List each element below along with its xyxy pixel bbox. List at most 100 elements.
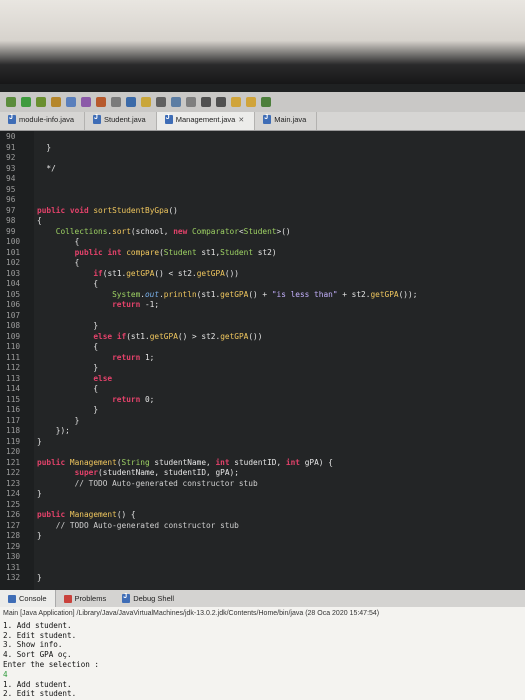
code-line[interactable]: 97 public void sortStudentByGpa()	[0, 206, 525, 217]
code-line[interactable]: 122 super(studentName, studentID, gPA);	[0, 468, 525, 479]
console-output-line: 1. Add student.	[3, 620, 72, 630]
code-line[interactable]: 107	[0, 311, 525, 322]
annotation-icon[interactable]	[141, 97, 151, 107]
code-text: }	[93, 321, 99, 330]
code-line[interactable]: 130	[0, 552, 525, 563]
code-line[interactable]: 121 public Management(String studentName,…	[0, 458, 525, 469]
code-line[interactable]: 96	[0, 195, 525, 206]
code-line[interactable]: 108 }	[0, 321, 525, 332]
line-number: 106	[6, 300, 21, 309]
code-line[interactable]: 93 */	[0, 164, 525, 175]
code-line[interactable]: 117 }	[0, 416, 525, 427]
console-title: Main [Java Application] /Library/Java/Ja…	[3, 610, 380, 617]
code-text: }	[74, 415, 80, 425]
code-line[interactable]: 104 {	[0, 279, 525, 290]
code-line[interactable]: 99 Collections.sort(school, new Comparat…	[0, 227, 525, 238]
code-text: // TODO Auto-generated constructor stub	[74, 478, 258, 488]
console-panel[interactable]: Main [Java Application] /Library/Java/Ja…	[0, 607, 525, 700]
new-class-icon[interactable]	[66, 97, 76, 107]
problems-icon	[63, 594, 72, 603]
code-line[interactable]: 131	[0, 563, 525, 574]
code-text: }	[93, 363, 99, 372]
code-line[interactable]: 129	[0, 542, 525, 553]
code-line[interactable]: 91 }	[0, 143, 525, 154]
code-line[interactable]: 112 }	[0, 363, 525, 374]
code-line[interactable]: 106 return -1;	[0, 300, 525, 311]
open-type-icon[interactable]	[96, 97, 106, 107]
code-text: {	[74, 237, 80, 246]
tab-management[interactable]: Management.java ✕	[156, 112, 256, 130]
new-package-icon[interactable]	[51, 97, 61, 107]
code-text: public Management(String studentName, in…	[37, 457, 333, 467]
list-icon[interactable]	[186, 97, 196, 107]
line-number: 109	[6, 331, 21, 341]
line-number: 119	[6, 436, 21, 446]
line-number: 107	[6, 310, 21, 320]
code-line[interactable]: 113 else	[0, 374, 525, 385]
line-number: 131	[6, 562, 21, 572]
tab-main[interactable]: Main.java	[255, 112, 318, 130]
next-annotation-icon[interactable]	[201, 97, 211, 107]
eclipse-window: module-info.java Student.java Management…	[0, 84, 525, 700]
code-line[interactable]: 110 {	[0, 342, 525, 353]
code-line[interactable]: 128}	[0, 531, 525, 542]
tab-label: Debug Shell	[133, 594, 175, 603]
debug-icon[interactable]	[6, 97, 16, 107]
debug-shell-icon	[122, 593, 131, 603]
code-line[interactable]: 116 }	[0, 405, 525, 416]
code-text: }	[37, 489, 42, 498]
code-line[interactable]: 125	[0, 500, 525, 511]
line-number: 114	[6, 384, 21, 393]
code-line[interactable]: 102 {	[0, 258, 525, 269]
tab-console[interactable]: Console	[0, 590, 56, 607]
code-line[interactable]: 94	[0, 174, 525, 185]
code-line[interactable]: 92	[0, 153, 525, 164]
code-editor[interactable]: 90 91 } 92 93 */94 95 96 97 public void sortStu…	[0, 131, 525, 591]
tab-module-info[interactable]: module-info.java	[0, 112, 86, 130]
code-line[interactable]: 132}	[0, 573, 525, 584]
tab-problems[interactable]: Problems	[56, 590, 115, 607]
code-line[interactable]: 118 });	[0, 426, 525, 437]
forward-icon[interactable]	[246, 97, 256, 107]
pen-icon[interactable]	[126, 97, 136, 107]
tab-label: Main.java	[274, 115, 307, 124]
code-text: });	[55, 426, 70, 435]
line-number: 112	[6, 363, 21, 372]
code-line[interactable]: 126 public Management() {	[0, 510, 525, 521]
coverage-icon[interactable]	[36, 97, 46, 107]
code-line[interactable]: 101 public int compare(Student st1,Stude…	[0, 248, 525, 259]
tab-student[interactable]: Student.java	[85, 112, 157, 130]
code-line[interactable]: 124}	[0, 489, 525, 500]
line-number: 115	[6, 394, 21, 404]
code-line[interactable]: 115 return 0;	[0, 395, 525, 406]
close-icon[interactable]: ✕	[238, 116, 244, 124]
back-icon[interactable]	[231, 97, 241, 107]
toggle-icon[interactable]	[156, 97, 166, 107]
code-line[interactable]: 109 else if(st1.getGPA() > st2.getGPA())	[0, 332, 525, 343]
code-line[interactable]: 100 {	[0, 237, 525, 248]
code-text: public Management() {	[37, 510, 136, 519]
code-line[interactable]: 111 return 1;	[0, 353, 525, 364]
console-output-line: Enter the selection :	[3, 659, 100, 669]
prev-annotation-icon[interactable]	[216, 97, 226, 107]
line-number: 122	[6, 468, 21, 477]
pin-icon[interactable]	[261, 97, 271, 107]
new-interface-icon[interactable]	[81, 97, 91, 107]
code-line[interactable]: 105 System.out.println(st1.getGPA() + "i…	[0, 290, 525, 301]
code-line[interactable]: 114 {	[0, 384, 525, 395]
code-line[interactable]: 119}	[0, 437, 525, 448]
code-line[interactable]: 120	[0, 447, 525, 458]
code-line[interactable]: 90	[0, 132, 525, 143]
code-line[interactable]: 98 {	[0, 216, 525, 227]
code-line[interactable]: 123 // TODO Auto-generated constructor s…	[0, 479, 525, 490]
search-icon[interactable]	[111, 97, 121, 107]
tab-label: Problems	[74, 594, 107, 603]
code-line[interactable]: 103 if(st1.getGPA() < st2.getGPA())	[0, 269, 525, 280]
run-icon[interactable]	[21, 97, 31, 107]
editor-tabs: module-info.java Student.java Management…	[0, 112, 525, 131]
block-icon[interactable]	[171, 97, 181, 107]
code-line[interactable]: 127 // TODO Auto-generated constructor s…	[0, 521, 525, 532]
console-output-line: 2. Edit student.	[3, 689, 77, 699]
code-line[interactable]: 95	[0, 185, 525, 196]
tab-debug-shell[interactable]: Debug Shell	[114, 590, 182, 607]
